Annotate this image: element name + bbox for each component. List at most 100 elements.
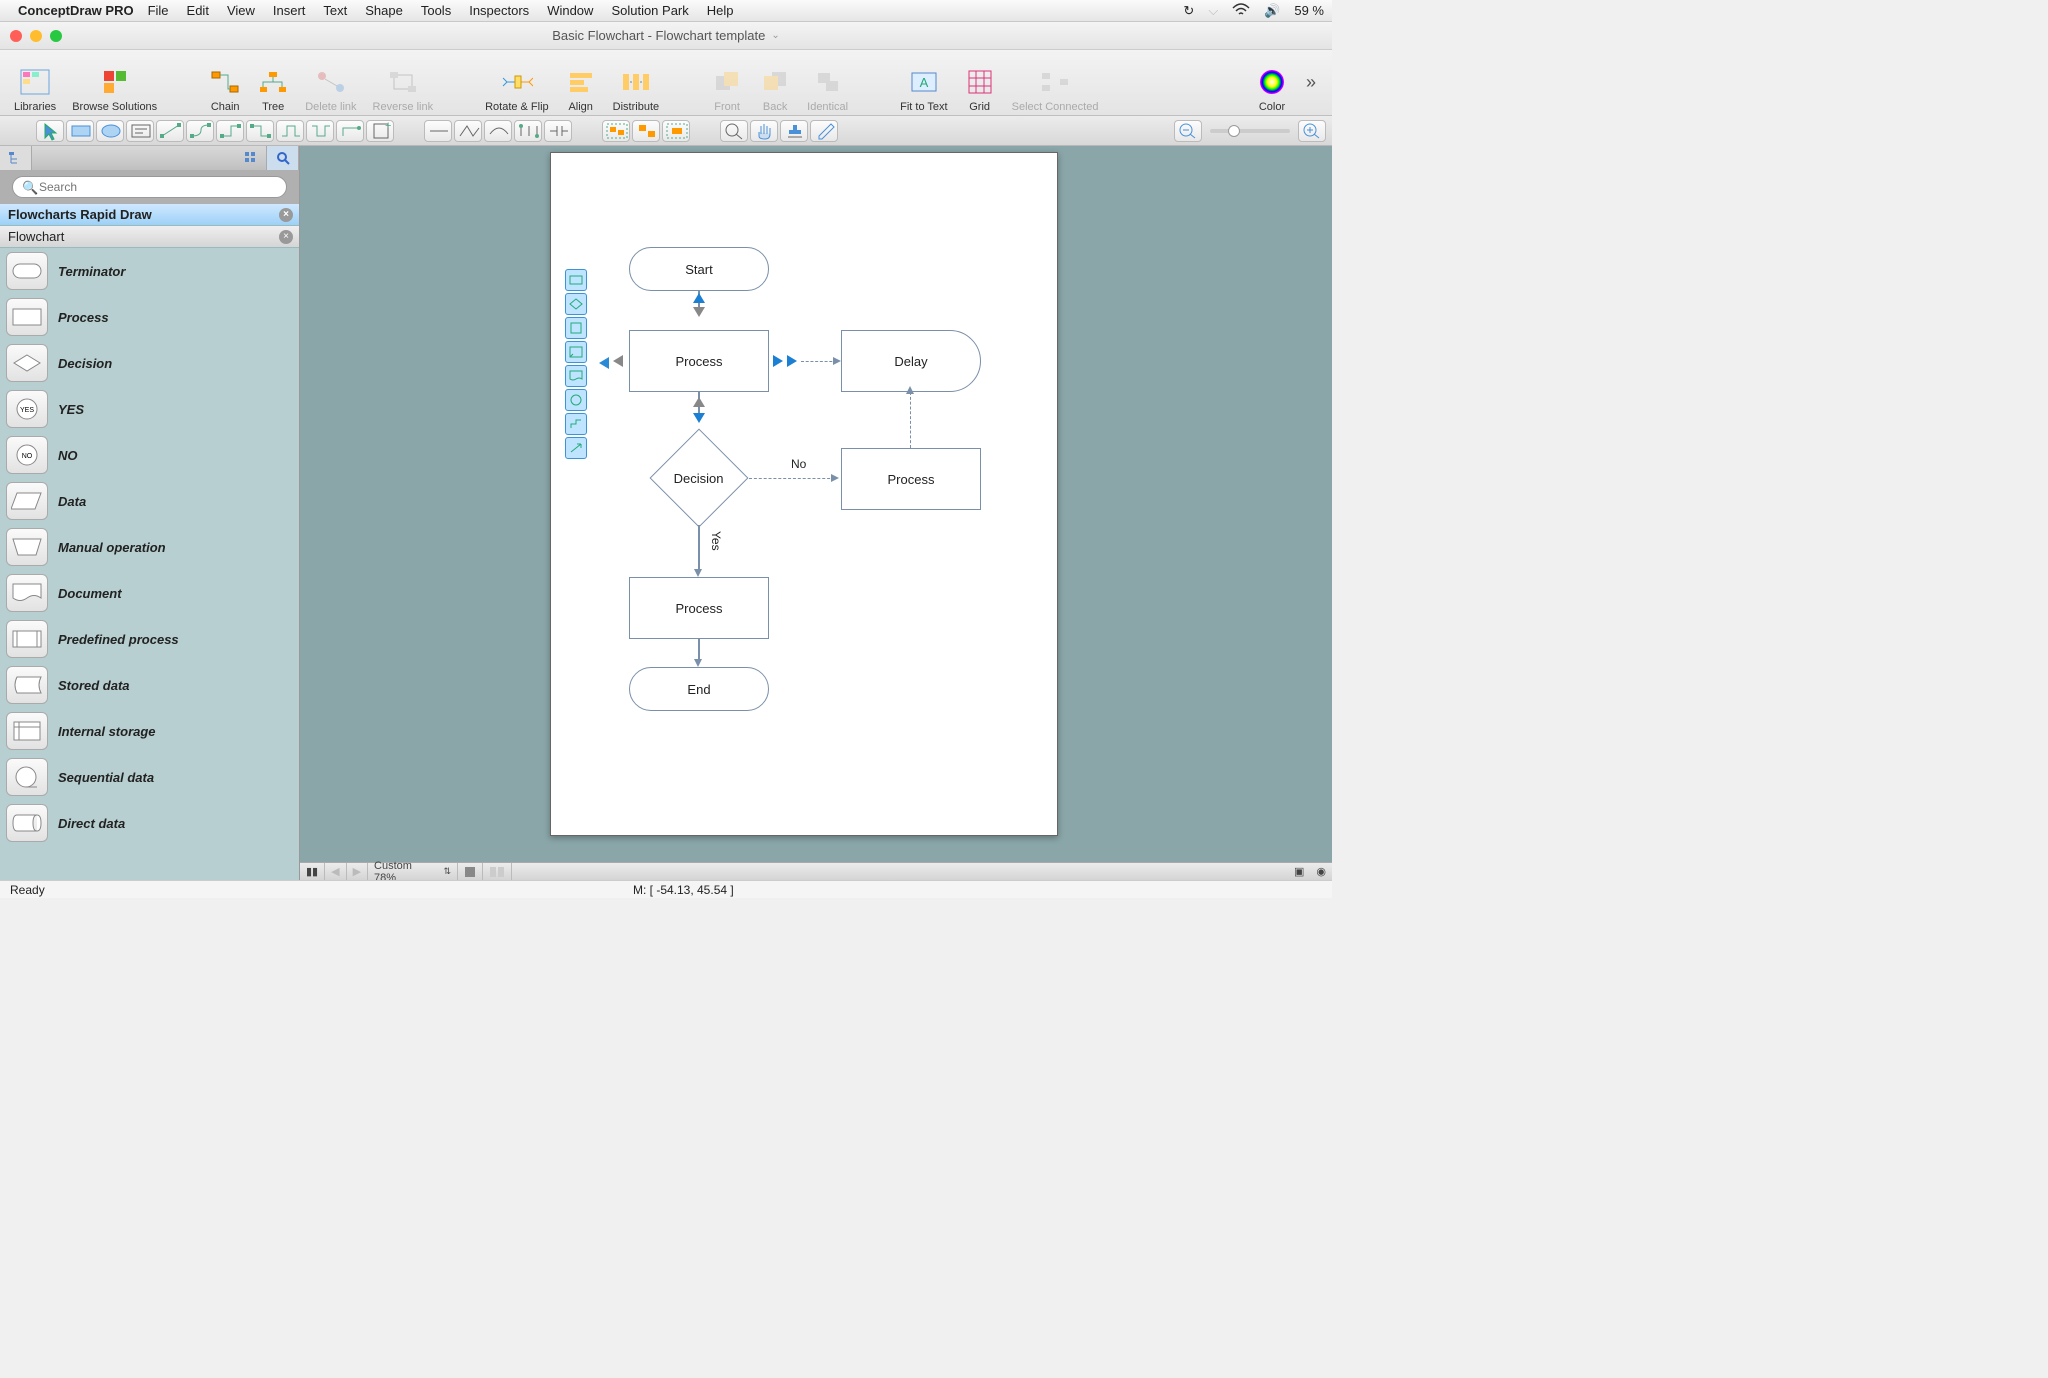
connector-3[interactable]	[216, 120, 244, 142]
group-tool-2[interactable]	[632, 120, 660, 142]
page[interactable]: Start Process Delay Decision No	[550, 152, 1058, 836]
canvas[interactable]: Start Process Delay Decision No	[300, 146, 1332, 880]
shape-process[interactable]: Process	[0, 294, 299, 340]
shape-sequential-data[interactable]: Sequential data	[0, 754, 299, 800]
shape-data[interactable]: Data	[0, 478, 299, 524]
connector-1[interactable]	[156, 120, 184, 142]
menu-window[interactable]: Window	[547, 3, 593, 18]
shape-internal-storage[interactable]: Internal storage	[0, 708, 299, 754]
new-page-tool[interactable]: +	[366, 120, 394, 142]
handle-step[interactable]	[565, 413, 587, 435]
battery-percent[interactable]: 59 %	[1294, 3, 1324, 18]
identical-button[interactable]: Identical	[799, 53, 856, 113]
volume-icon[interactable]: 🔊	[1264, 3, 1280, 19]
view-mode-1[interactable]	[458, 863, 483, 880]
back-button[interactable]: Back	[751, 53, 799, 113]
zoom-label[interactable]: Custom 78%	[374, 860, 433, 881]
shape-terminator[interactable]: Terminator	[0, 248, 299, 294]
selection-arrow-right-2[interactable]	[787, 355, 797, 367]
line-tool-3[interactable]	[484, 120, 512, 142]
flowchart-process-2[interactable]: Process	[841, 448, 981, 510]
menu-shape[interactable]: Shape	[365, 3, 403, 18]
zoom-tool[interactable]	[720, 120, 748, 142]
view-mode-2[interactable]	[483, 863, 512, 880]
selection-arrow-right[interactable]	[773, 355, 783, 367]
delete-link-button[interactable]: Delete link	[297, 53, 364, 113]
line-tool-4[interactable]	[514, 120, 542, 142]
minimize-button[interactable]	[30, 30, 42, 42]
eyedropper-tool[interactable]	[810, 120, 838, 142]
grid-button[interactable]: Grid	[956, 53, 1004, 113]
close-icon[interactable]: ×	[279, 230, 293, 244]
connector-4[interactable]	[246, 120, 274, 142]
flowchart-delay[interactable]: Delay	[841, 330, 981, 392]
close-button[interactable]	[10, 30, 22, 42]
reverse-link-button[interactable]: Reverse link	[365, 53, 442, 113]
handle-diamond[interactable]	[565, 293, 587, 315]
stamp-tool[interactable]	[780, 120, 808, 142]
front-button[interactable]: Front	[703, 53, 751, 113]
zoom-in-button[interactable]	[1298, 120, 1326, 142]
menu-view[interactable]: View	[227, 3, 255, 18]
browse-solutions-button[interactable]: Browse Solutions	[64, 53, 165, 113]
handle-circle[interactable]	[565, 389, 587, 411]
handle-rect[interactable]	[565, 269, 587, 291]
libraries-button[interactable]: Libraries	[6, 53, 64, 113]
close-icon[interactable]: ×	[279, 208, 293, 222]
timemachine-icon[interactable]: ↻	[1183, 3, 1194, 19]
toolbar-overflow-icon[interactable]: »	[1296, 72, 1326, 93]
sidebar-tab-tree[interactable]	[0, 146, 32, 170]
maximize-button[interactable]	[50, 30, 62, 42]
flowchart-end[interactable]: End	[629, 667, 769, 711]
shape-stored-data[interactable]: Stored data	[0, 662, 299, 708]
shape-predefined-process[interactable]: Predefined process	[0, 616, 299, 662]
group-tool-1[interactable]	[602, 120, 630, 142]
connector-5[interactable]	[276, 120, 304, 142]
selection-arrow-down[interactable]	[693, 413, 705, 423]
menu-insert[interactable]: Insert	[273, 3, 306, 18]
wifi-icon[interactable]	[1232, 3, 1250, 19]
line-tool-2[interactable]	[454, 120, 482, 142]
corner-widget-1[interactable]: ▣	[1288, 863, 1310, 880]
shape-yes[interactable]: YESYES	[0, 386, 299, 432]
color-button[interactable]: Color	[1248, 53, 1296, 113]
page-prev[interactable]: ◀	[325, 863, 346, 880]
menu-solutionpark[interactable]: Solution Park	[611, 3, 688, 18]
flowchart-start[interactable]: Start	[629, 247, 769, 291]
panel-toggle[interactable]: ▮▮	[300, 863, 325, 880]
search-input[interactable]	[12, 176, 287, 198]
page-next[interactable]: ▶	[347, 863, 368, 880]
rotate-flip-button[interactable]: Rotate & Flip	[477, 53, 557, 113]
line-tool-1[interactable]	[424, 120, 452, 142]
text-tool[interactable]	[126, 120, 154, 142]
menu-edit[interactable]: Edit	[187, 3, 209, 18]
select-connected-button[interactable]: Select Connected	[1004, 53, 1107, 113]
connector-2[interactable]	[186, 120, 214, 142]
flowchart-decision[interactable]: Decision	[650, 429, 749, 528]
connector-7[interactable]	[336, 120, 364, 142]
rect-tool[interactable]	[66, 120, 94, 142]
menu-help[interactable]: Help	[707, 3, 734, 18]
connector-6[interactable]	[306, 120, 334, 142]
distribute-button[interactable]: Distribute	[605, 53, 667, 113]
ellipse-tool[interactable]	[96, 120, 124, 142]
align-button[interactable]: Align	[557, 53, 605, 113]
shape-manual-operation[interactable]: Manual operation	[0, 524, 299, 570]
handle-square[interactable]	[565, 317, 587, 339]
sidebar-tab-grid[interactable]	[235, 146, 267, 170]
zoom-out-button[interactable]	[1174, 120, 1202, 142]
title-dropdown-icon[interactable]: ⌄	[771, 30, 779, 41]
menu-text[interactable]: Text	[323, 3, 347, 18]
shape-direct-data[interactable]: Direct data	[0, 800, 299, 846]
library-header-rapid-draw[interactable]: Flowcharts Rapid Draw ×	[0, 204, 299, 226]
selection-arrow-up[interactable]	[693, 293, 705, 303]
pan-tool[interactable]	[750, 120, 778, 142]
fit-to-text-button[interactable]: AFit to Text	[892, 53, 955, 113]
line-tool-5[interactable]	[544, 120, 572, 142]
corner-widget-2[interactable]: ◉	[1310, 863, 1332, 880]
handle-flag[interactable]	[565, 341, 587, 363]
group-tool-3[interactable]	[662, 120, 690, 142]
chain-button[interactable]: Chain	[201, 53, 249, 113]
shape-no[interactable]: NONO	[0, 432, 299, 478]
menu-file[interactable]: File	[148, 3, 169, 18]
